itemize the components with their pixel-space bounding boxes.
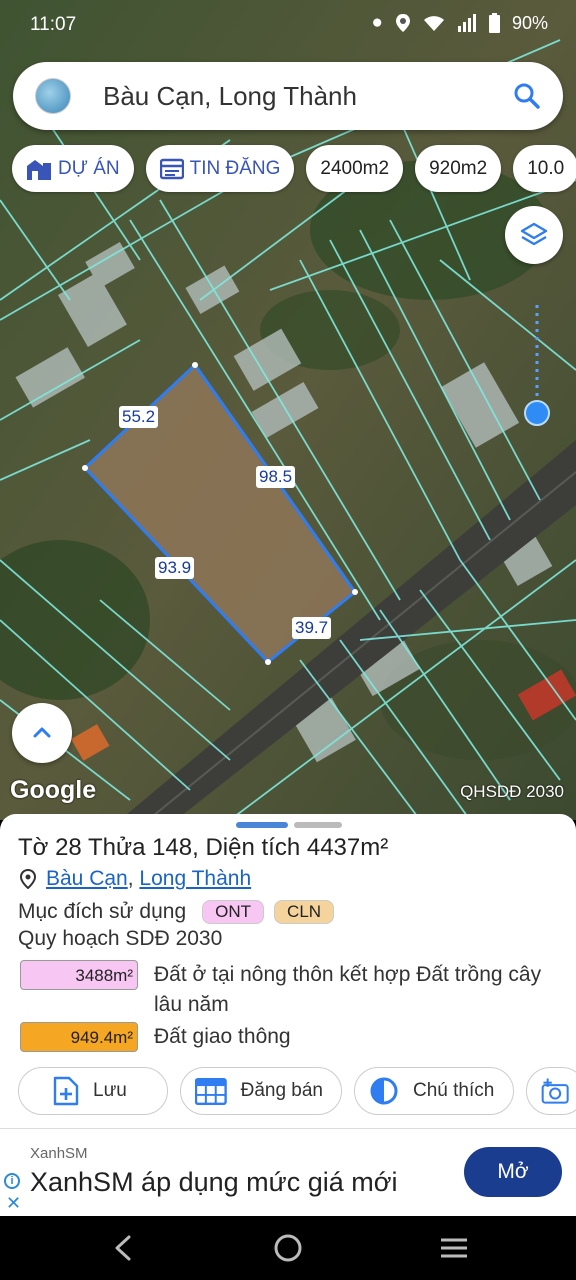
add-file-icon — [53, 1076, 79, 1106]
ad-open-button[interactable]: Mở — [464, 1147, 562, 1197]
avatar[interactable] — [35, 78, 71, 114]
signal-icon — [457, 14, 476, 32]
chip-label: 10.0 — [527, 157, 565, 179]
address-separator: , — [127, 867, 134, 890]
parcel-title: Tờ 28 Thửa 148, Diện tích 4437m² — [18, 834, 389, 861]
status-icons: ● 90% — [371, 12, 548, 34]
battery-percent: 90% — [511, 12, 548, 33]
search-icon[interactable] — [513, 82, 541, 110]
search-bar[interactable]: Bàu Cạn, Long Thành — [13, 62, 563, 130]
recents-icon[interactable] — [441, 1238, 467, 1258]
home-icon[interactable] — [274, 1234, 302, 1262]
plan-row: 949.4m² Đất giao thông — [20, 1022, 554, 1052]
plan-label: Quy hoạch SDĐ 2030 — [18, 927, 223, 950]
search-input[interactable]: Bàu Cạn, Long Thành — [103, 81, 513, 112]
status-bar: 11:07 ● 90% — [0, 0, 576, 50]
status-time: 11:07 — [30, 14, 77, 35]
chip-label: TIN ĐĂNG — [189, 157, 281, 179]
wifi-icon — [423, 16, 444, 31]
sheet-handle[interactable] — [236, 822, 342, 828]
google-attribution: Google — [10, 776, 97, 804]
commune-link[interactable]: Bàu Cạn — [46, 867, 128, 890]
chip-area-filter[interactable]: 2400m2 — [306, 145, 404, 192]
add-photo-button[interactable] — [526, 1067, 576, 1115]
ad-headline: XanhSM áp dụng mức giá mới — [30, 1167, 398, 1197]
app-screen: 55.2 98.5 93.9 39.7 Google QHSDĐ 2030 11… — [0, 0, 576, 1280]
ad-close-icon[interactable]: ✕ — [6, 1193, 21, 1214]
layers-button[interactable] — [505, 206, 563, 264]
chip-area-filter[interactable]: 920m2 — [415, 145, 502, 192]
filter-chips: DỰ ÁN TIN ĐĂNG 2400m2 920m2 10.0 — [12, 145, 576, 192]
edge-length-label: 93.9 — [155, 557, 195, 579]
save-label: Lưu — [93, 1080, 127, 1101]
post-sale-label: Đăng bán — [240, 1080, 323, 1101]
legend-button[interactable]: Chú thích — [354, 1067, 514, 1115]
district-link[interactable]: Long Thành — [139, 867, 251, 890]
expand-sheet-button[interactable] — [12, 703, 72, 763]
system-nav-bar — [0, 1216, 576, 1280]
legend-label: Chú thích — [413, 1080, 495, 1101]
post-sale-button[interactable]: Đăng bán — [180, 1067, 342, 1115]
chip-area-filter[interactable]: 10.0 — [513, 145, 576, 192]
area-value: 3488m² — [20, 960, 138, 990]
chip-label: 2400m2 — [320, 157, 390, 179]
edge-length-label: 98.5 — [256, 466, 296, 488]
ad-banner[interactable]: i ✕ XanhSM XanhSM áp dụng mức giá mới Mở — [0, 1128, 576, 1216]
purpose-tag-ont: ONT — [202, 900, 265, 924]
area-value: 949.4m² — [20, 1022, 138, 1052]
purpose-label: Mục đích sử dụng — [18, 900, 187, 923]
location-pin-icon — [20, 869, 36, 889]
chevron-up-icon — [33, 727, 51, 738]
listing-icon — [159, 158, 184, 179]
chip-listings[interactable]: TIN ĐĂNG — [145, 145, 295, 192]
calendar-grid-icon — [195, 1077, 227, 1105]
map-layer-label: QHSDĐ 2030 — [460, 782, 564, 801]
parcel-info-sheet: Tờ 28 Thửa 148, Diện tích 4437m² Bàu Cạn… — [0, 814, 576, 1128]
layers-icon — [520, 222, 548, 246]
purpose-tag-cln: CLN — [274, 900, 335, 924]
current-location-icon — [524, 400, 550, 426]
chip-label: DỰ ÁN — [58, 157, 120, 179]
land-use-purpose: Mục đích sử dụng ONT CLN — [18, 900, 335, 924]
add-photo-icon — [541, 1078, 569, 1104]
edge-length-label: 39.7 — [292, 617, 332, 639]
dot-icon: ● — [371, 12, 383, 33]
edge-length-label: 55.2 — [119, 406, 159, 428]
ad-info-icon[interactable]: i — [4, 1173, 20, 1189]
chip-projects[interactable]: DỰ ÁN — [12, 145, 134, 192]
area-description: Đất ở tại nông thôn kết hợp Đất trồng câ… — [154, 963, 542, 1016]
plan-row: 3488m² Đất ở tại nông thôn kết hợp Đất t… — [20, 960, 554, 1020]
area-description: Đất giao thông — [154, 1025, 291, 1048]
chip-label: 920m2 — [429, 157, 488, 179]
ad-brand: XanhSM — [30, 1145, 88, 1162]
back-icon[interactable] — [115, 1235, 131, 1261]
half-circle-icon — [370, 1077, 398, 1105]
action-buttons: Lưu Đăng bán Chú thích — [18, 1067, 576, 1115]
location-icon — [395, 14, 410, 32]
parcel-address: Bàu Cạn, Long Thành — [20, 867, 251, 891]
building-icon — [27, 159, 51, 180]
battery-icon — [488, 13, 500, 33]
save-button[interactable]: Lưu — [18, 1067, 168, 1115]
